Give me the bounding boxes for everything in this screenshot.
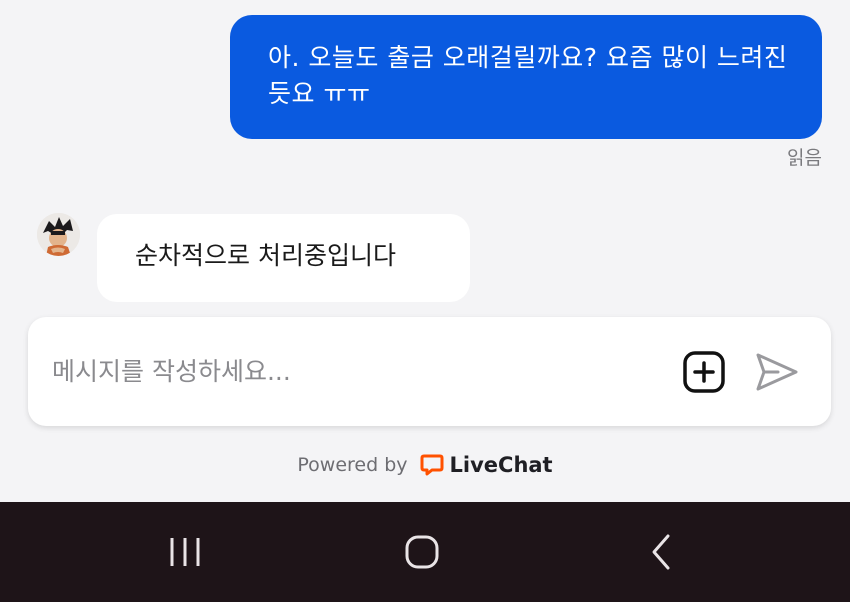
attach-button[interactable]: [682, 350, 726, 394]
powered-by-label: Powered by: [297, 454, 408, 476]
back-icon: [652, 534, 670, 570]
chat-screen: 아. 오늘도 출금 오래걸릴까요? 요즘 많이 느려진듯요 ㅠㅠ 읽음 순차적으…: [0, 0, 850, 602]
back-button[interactable]: [640, 530, 684, 574]
message-composer: [28, 317, 831, 426]
send-button[interactable]: [754, 351, 800, 393]
livechat-logo-icon: [420, 454, 444, 476]
powered-by-footer[interactable]: Powered by LiveChat: [0, 450, 850, 480]
outgoing-message-text: 아. 오늘도 출금 오래걸릴까요? 요즘 많이 느려진듯요 ㅠㅠ: [268, 43, 788, 108]
send-icon: [756, 353, 798, 391]
home-button[interactable]: [400, 530, 444, 574]
livechat-brand-link[interactable]: LiveChat: [420, 453, 553, 477]
recents-icon: [170, 538, 200, 566]
system-navigation-bar: [0, 502, 850, 602]
plus-square-icon: [683, 351, 725, 393]
agent-avatar: [37, 213, 80, 256]
read-status: 읽음: [787, 147, 822, 169]
incoming-message-bubble[interactable]: 순차적으로 처리중입니다: [97, 214, 470, 302]
livechat-brand-name: LiveChat: [449, 453, 553, 477]
outgoing-message-bubble[interactable]: 아. 오늘도 출금 오래걸릴까요? 요즘 많이 느려진듯요 ㅠㅠ: [230, 15, 822, 139]
incoming-message-text: 순차적으로 처리중입니다: [135, 241, 396, 270]
home-icon: [405, 535, 439, 569]
message-input[interactable]: [52, 351, 652, 391]
recents-button[interactable]: [163, 530, 207, 574]
